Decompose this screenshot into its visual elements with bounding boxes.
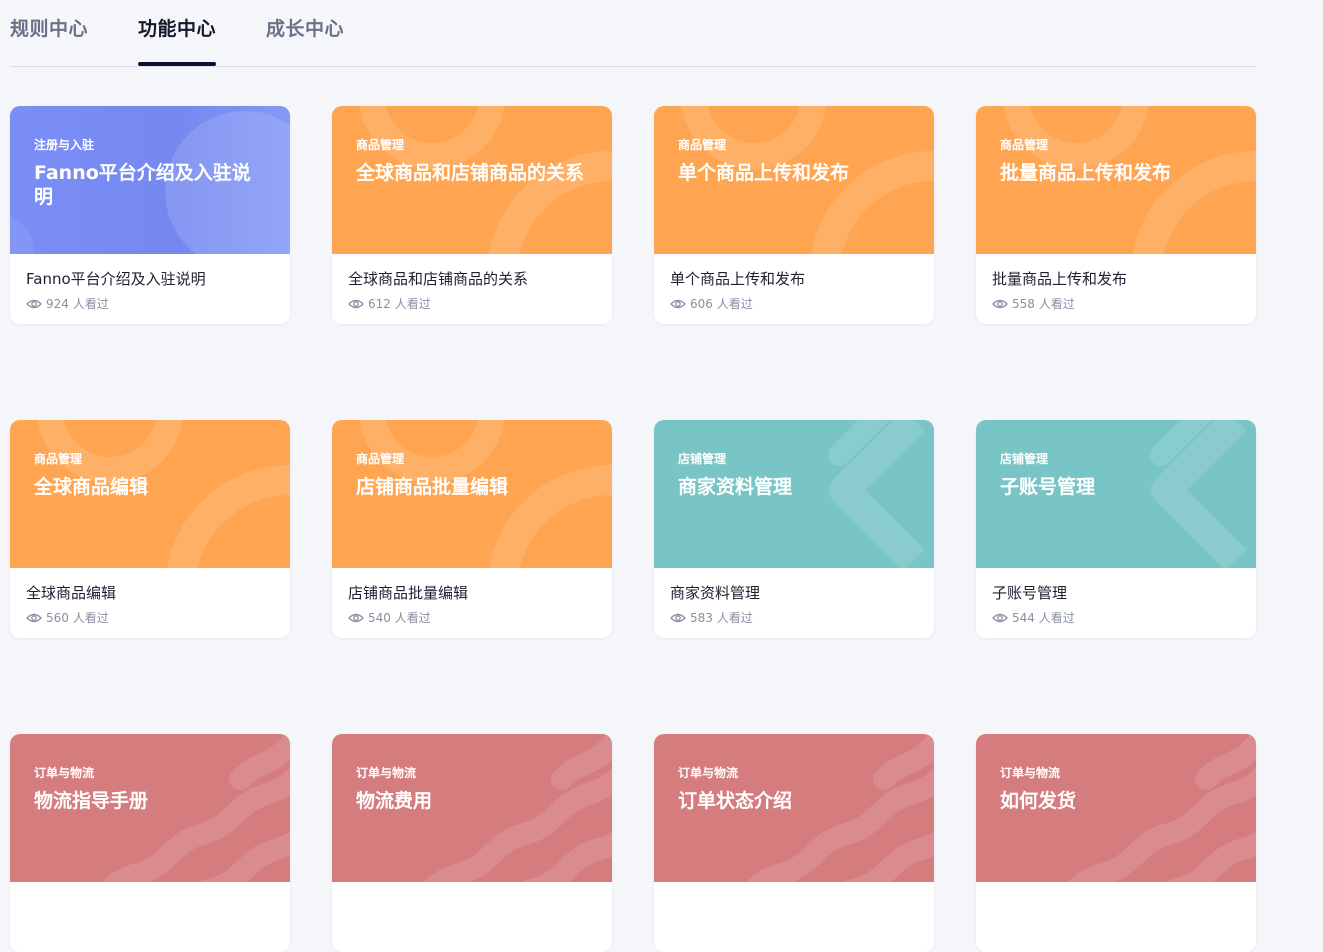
card-banner: 订单与物流 物流指导手册: [10, 734, 290, 882]
view-count: 612 人看过: [368, 297, 431, 311]
card-category: 商品管理: [678, 138, 727, 152]
eye-icon: [26, 299, 42, 308]
card-banner: 商品管理 店铺商品批量编辑: [332, 420, 612, 568]
article-card[interactable]: 商品管理 全球商品和店铺商品的关系 全球商品和店铺商品的关系 612 人看过: [332, 106, 612, 324]
card-banner-title: 子账号管理: [1000, 476, 1096, 498]
card-title: 全球商品编辑: [26, 584, 117, 602]
card-banner: 店铺管理 子账号管理: [976, 420, 1256, 568]
card-category: 商品管理: [356, 138, 405, 152]
card-title: 批量商品上传和发布: [992, 270, 1128, 288]
tab-label: 规则中心: [10, 18, 89, 40]
view-count: 540 人看过: [368, 611, 431, 625]
article-card[interactable]: 订单与物流 如何发货: [976, 734, 1256, 952]
eye-icon: [348, 613, 364, 622]
card-category: 店铺管理: [678, 452, 727, 466]
article-card[interactable]: 注册与入驻 Fanno平台介绍及入驻说明 Fanno平台介绍及入驻说明 924 …: [10, 106, 290, 324]
card-banner-title: 订单状态介绍: [678, 790, 793, 812]
card-banner-title: 店铺商品批量编辑: [356, 476, 509, 498]
active-tab-underline: [138, 62, 217, 66]
card-banner: 订单与物流 订单状态介绍: [654, 734, 934, 882]
card-banner-title: 物流费用: [356, 790, 433, 812]
card-banner: 商品管理 单个商品上传和发布: [654, 106, 934, 254]
card-banner: 商品管理 全球商品编辑: [10, 420, 290, 568]
eye-icon: [348, 299, 364, 308]
card-category: 注册与入驻: [34, 138, 95, 152]
card-banner-title: 商家资料管理: [678, 476, 793, 498]
article-card[interactable]: 订单与物流 订单状态介绍: [654, 734, 934, 952]
card-banner-title: 如何发货: [1000, 790, 1077, 812]
card-views: 606 人看过: [670, 295, 753, 312]
card-category: 商品管理: [1000, 138, 1049, 152]
card-category: 订单与物流: [1000, 766, 1061, 780]
eye-icon: [992, 299, 1008, 308]
card-title: 商家资料管理: [670, 584, 761, 602]
card-views: 540 人看过: [348, 609, 431, 626]
view-count: 606 人看过: [690, 297, 753, 311]
article-card[interactable]: 订单与物流 物流指导手册: [10, 734, 290, 952]
card-category: 订单与物流: [34, 766, 95, 780]
card-category: 订单与物流: [678, 766, 739, 780]
card-title: Fanno平台介绍及入驻说明: [26, 270, 206, 288]
card-views: 583 人看过: [670, 609, 753, 626]
card-banner: 商品管理 批量商品上传和发布: [976, 106, 1256, 254]
article-card[interactable]: 商品管理 店铺商品批量编辑 店铺商品批量编辑 540 人看过: [332, 420, 612, 638]
card-banner-title: 单个商品上传和发布: [678, 162, 850, 184]
card-banner-title: 全球商品和店铺商品的关系: [356, 162, 585, 184]
card-banner-title: 物流指导手册: [34, 790, 149, 812]
article-card[interactable]: 订单与物流 物流费用: [332, 734, 612, 952]
article-card[interactable]: 商品管理 批量商品上传和发布 批量商品上传和发布 558 人看过: [976, 106, 1256, 324]
tab-rules-center[interactable]: 规则中心: [10, 14, 88, 41]
eye-icon: [26, 613, 42, 622]
card-views: 612 人看过: [348, 295, 431, 312]
card-banner-title: 批量商品上传和发布: [1000, 162, 1172, 184]
card-banner: 注册与入驻 Fanno平台介绍及入驻说明: [10, 106, 290, 254]
card-views: 924 人看过: [26, 295, 109, 312]
card-views: 544 人看过: [992, 609, 1075, 626]
card-title: 单个商品上传和发布: [670, 270, 806, 288]
card-title: 店铺商品批量编辑: [348, 584, 469, 602]
article-card[interactable]: 店铺管理 子账号管理 子账号管理 544 人看过: [976, 420, 1256, 638]
tab-bar: 规则中心 功能中心 成长中心: [10, 0, 1256, 67]
eye-icon: [670, 613, 686, 622]
tab-label: 功能中心: [138, 18, 217, 40]
tab-function-center[interactable]: 功能中心: [138, 14, 217, 66]
card-banner: 店铺管理 商家资料管理: [654, 420, 934, 568]
view-count: 924 人看过: [46, 297, 109, 311]
eye-icon: [992, 613, 1008, 622]
card-banner-title: 全球商品编辑: [34, 476, 149, 498]
card-title: 全球商品和店铺商品的关系: [348, 270, 529, 288]
article-card[interactable]: 商品管理 全球商品编辑 全球商品编辑 560 人看过: [10, 420, 290, 638]
card-title: 子账号管理: [992, 584, 1068, 602]
article-card[interactable]: 商品管理 单个商品上传和发布 单个商品上传和发布 606 人看过: [654, 106, 934, 324]
card-category: 商品管理: [34, 452, 83, 466]
card-banner: 订单与物流 物流费用: [332, 734, 612, 882]
eye-icon: [670, 299, 686, 308]
tab-growth-center[interactable]: 成长中心: [266, 14, 344, 41]
card-banner-title: Fanno平台介绍及入驻说明: [34, 162, 251, 208]
view-count: 583 人看过: [690, 611, 753, 625]
article-card[interactable]: 店铺管理 商家资料管理 商家资料管理 583 人看过: [654, 420, 934, 638]
card-banner: 商品管理 全球商品和店铺商品的关系: [332, 106, 612, 254]
view-count: 544 人看过: [1012, 611, 1075, 625]
view-count: 560 人看过: [46, 611, 109, 625]
card-category: 订单与物流: [356, 766, 417, 780]
card-category: 商品管理: [356, 452, 405, 466]
card-banner: 订单与物流 如何发货: [976, 734, 1256, 882]
card-views: 560 人看过: [26, 609, 109, 626]
view-count: 558 人看过: [1012, 297, 1075, 311]
tab-label: 成长中心: [266, 18, 345, 40]
card-views: 558 人看过: [992, 295, 1075, 312]
card-category: 店铺管理: [1000, 452, 1049, 466]
